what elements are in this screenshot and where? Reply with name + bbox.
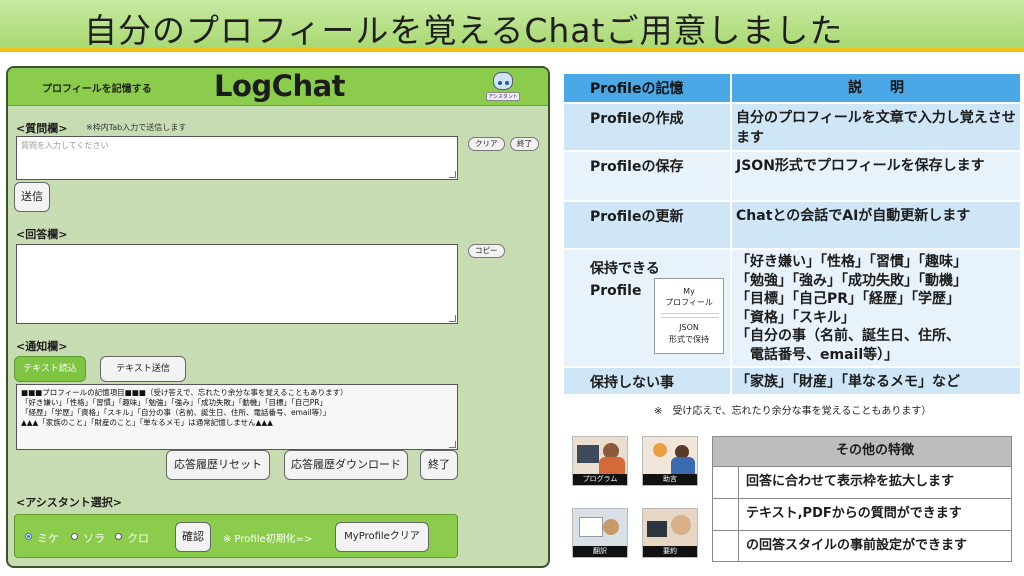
features-header: その他の特徴 (713, 437, 1011, 467)
row-text: Chatとの会話でAIが自動更新します (736, 208, 971, 224)
question-placeholder: 質問を入力してください (21, 141, 109, 150)
row-text: 「家族」「財産」「単なるメモ」など (736, 374, 960, 390)
row-text: 自分のプロフィールを文章で入力し覚えさせます (736, 110, 1016, 146)
copy-button[interactable]: コピー (468, 244, 505, 258)
thumbnail-program: プログラム (572, 436, 628, 486)
json-profile-card-icon: My プロフィール JSON 形式で保持 (654, 278, 724, 354)
row-text-list: 「好き嫌い」「性格」「習慣」「趣味」 「勉強」「強み」「成功失敗」「動機」 「目… (732, 250, 1020, 366)
notice-label: <通知欄> (16, 340, 68, 353)
avatar-tag: アシスタント (486, 92, 520, 101)
logchat-app-window: プロフィールを記憶する LogChat アシスタント <質問欄> ※枠内Tab入… (6, 66, 550, 568)
page-title: 自分のプロフィールを覚えるChatご用意しました (84, 11, 844, 50)
retained-line: 「資格」「スキル」 (736, 309, 855, 326)
assistant-select-bar: ミケ ソラ クロ 確認 ※ Profile初期化=> MyProfileクリア (14, 514, 458, 558)
table-row: Profileの更新 Chatとの会話でAIが自動更新します (564, 202, 1020, 250)
feature-row: テキスト,PDFからの質問ができます (713, 499, 1011, 531)
resize-grip-icon[interactable] (449, 441, 456, 448)
feature-row: の回答スタイルの事前設定ができます (713, 531, 1011, 562)
clear-button[interactable]: クリア (468, 137, 505, 151)
json-card-text: My (683, 287, 695, 296)
header-col1: Profileの記憶 (590, 81, 684, 97)
radio-label-sora[interactable]: ソラ (83, 530, 105, 546)
notice-line: ■■■プロフィールの記憶項目■■■（受け答えで、忘れたり余分な事を覚えることもあ… (21, 388, 348, 397)
notice-line: 「好き嫌い」「性格」「習慣」「趣味」「勉強」「強み」「成功失敗」「動機」「目標」… (21, 398, 327, 407)
table-row: 保持できる Profile 「好き嫌い」「性格」「習慣」「趣味」 「勉強」「強み… (564, 250, 1020, 368)
confirm-button[interactable]: 確認 (175, 522, 211, 552)
history-download-button[interactable]: 応答履歴ダウンロード (284, 450, 408, 480)
table-row: Profileの保存 JSON形式でプロフィールを保存します (564, 152, 1020, 202)
thumbnail-summary: 要約 (642, 508, 698, 558)
thumbnail-caption: 要約 (643, 546, 697, 557)
thumbnail-caption: プログラム (573, 474, 627, 485)
table-row: Profileの作成 自分のプロフィールを文章で入力し覚えさせます (564, 104, 1020, 152)
footnote: ※ 受け応えで、忘れたり余分な事を覚えることもあります） (654, 406, 932, 417)
myprofile-clear-button[interactable]: MyProfileクリア (335, 522, 429, 552)
question-label: <質問欄> (16, 122, 68, 135)
retained-line: 「目標」「自己PR」「経歴」「学歴」 (736, 291, 961, 307)
retained-line: 「好き嫌い」「性格」「習慣」「趣味」 (736, 254, 967, 270)
thumbnail-caption: 助言 (643, 474, 697, 485)
assistant-robot-avatar: アシスタント (486, 70, 520, 104)
radio-kuro[interactable] (115, 533, 122, 540)
app-logo: LogChat (214, 69, 346, 103)
json-card-text: JSON (679, 323, 699, 332)
resize-grip-icon[interactable] (449, 315, 456, 322)
title-banner: 自分のプロフィールを覚えるChatご用意しました (0, 0, 1024, 52)
answer-label: <回答欄> (16, 228, 68, 241)
thumbnail-advice: 助言 (642, 436, 698, 486)
feature-text: テキスト,PDFからの質問ができます (746, 506, 962, 521)
notice-line: ▲▲▲「家族のこと」「財産のこと」「単なるメモ」は通常記憶しません▲▲▲ (21, 418, 273, 427)
row-label: 保持しない事 (590, 375, 674, 391)
row-label: Profileの作成 (590, 111, 684, 127)
json-card-text: 形式で保持 (669, 335, 709, 344)
json-card-text: プロフィール (665, 298, 713, 307)
feature-text: の回答スタイルの事前設定ができます (746, 538, 968, 553)
robot-head-icon (493, 72, 513, 90)
exit-button-bottom[interactable]: 終了 (420, 450, 458, 480)
tab-text-read[interactable]: テキスト読込 (14, 356, 86, 382)
exit-button-top[interactable]: 終了 (510, 137, 539, 151)
feature-row: 回答に合わせて表示枠を拡大します (713, 467, 1011, 499)
notice-line: 「経歴」「学歴」「資格」「スキル」「自分の事（名前、誕生日、住所、電話番号、em… (21, 408, 331, 417)
question-input[interactable]: 質問を入力してください (16, 136, 458, 180)
assistant-select-label: <アシスタント選択> (16, 496, 122, 509)
radio-label-mike[interactable]: ミケ (37, 530, 59, 546)
retained-line: 電話番号、email等）」 (736, 346, 899, 363)
app-header: プロフィールを記憶する LogChat アシスタント (8, 68, 548, 106)
send-button[interactable]: 送信 (14, 182, 50, 212)
resize-grip-icon[interactable] (449, 171, 456, 178)
profile-table-header: Profileの記憶 説 明 (564, 74, 1020, 104)
retained-line: 「勉強」「強み」「成功失敗」「動機」 (736, 272, 967, 289)
table-row: 保持しない事 「家族」「財産」「単なるメモ」など (564, 368, 1020, 396)
thumbnail-caption: 翻訳 (573, 546, 627, 557)
header-col2: 説 明 (848, 80, 904, 96)
profile-init-note: ※ Profile初期化=> (223, 534, 313, 545)
row-text: JSON形式でプロフィールを保存します (736, 158, 985, 174)
tab-text-send[interactable]: テキスト送信 (100, 356, 186, 382)
retained-line: 「自分の事（名前、誕生日、住所、 (736, 328, 960, 344)
features-table: その他の特徴 回答に合わせて表示枠を拡大します テキスト,PDFからの質問ができ… (712, 436, 1012, 562)
row-label: Profileの更新 (590, 209, 684, 225)
radio-mike[interactable] (25, 533, 32, 540)
features-header-text: その他の特徴 (835, 443, 914, 458)
row-label: Profileの保存 (590, 159, 684, 175)
app-subtitle: プロフィールを記憶する (42, 84, 152, 95)
feature-text: 回答に合わせて表示枠を拡大します (746, 474, 955, 489)
thumbnail-translate: 翻訳 (572, 508, 628, 558)
answer-output[interactable] (16, 244, 458, 324)
radio-label-kuro[interactable]: クロ (127, 530, 149, 546)
question-hint: ※枠内Tab入力で送信します (86, 123, 187, 132)
notice-output[interactable]: ■■■プロフィールの記憶項目■■■（受け答えで、忘れたり余分な事を覚えることもあ… (16, 384, 458, 450)
radio-sora[interactable] (71, 533, 78, 540)
history-reset-button[interactable]: 応答履歴リセット (166, 450, 270, 480)
